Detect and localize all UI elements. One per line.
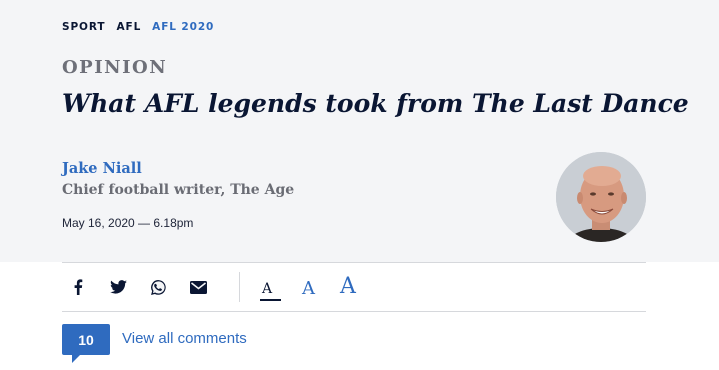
author-role: Chief football writer, The Age	[62, 182, 295, 198]
view-all-comments-link[interactable]: View all comments	[122, 330, 247, 347]
whatsapp-icon	[150, 279, 166, 295]
share-twitter-button[interactable]	[108, 277, 128, 297]
author-name-link[interactable]: Jake Niall	[62, 160, 142, 177]
font-size-large-button[interactable]: A	[340, 274, 356, 299]
breadcrumb-item-sport[interactable]: SPORT	[62, 21, 105, 33]
twitter-icon	[109, 280, 127, 294]
share-email-button[interactable]	[188, 277, 208, 297]
toolbar-vertical-divider	[239, 272, 240, 302]
font-size-selected-indicator	[260, 299, 281, 301]
breadcrumb: SPORT AFL AFL 2020	[62, 21, 225, 33]
article-headline: What AFL legends took from The Last Danc…	[62, 89, 689, 118]
author-portrait	[556, 152, 646, 242]
breadcrumb-item-afl-2020[interactable]: AFL 2020	[152, 21, 214, 33]
comment-bubble-tail	[72, 354, 81, 363]
font-size-small-button[interactable]: A	[262, 281, 272, 297]
breadcrumb-item-afl[interactable]: AFL	[116, 21, 141, 33]
share-whatsapp-button[interactable]	[148, 277, 168, 297]
publish-date: May 16, 2020 — 6.18pm	[62, 216, 194, 230]
email-icon	[189, 280, 207, 294]
share-facebook-button[interactable]	[68, 277, 88, 297]
article-kicker: OPINION	[62, 57, 168, 78]
author-avatar	[556, 152, 646, 242]
comment-count-badge[interactable]: 10	[62, 324, 110, 355]
toolbar-bottom-divider	[62, 311, 646, 312]
font-size-medium-button[interactable]: A	[302, 278, 315, 299]
toolbar-top-divider	[62, 262, 646, 263]
facebook-icon	[74, 279, 83, 295]
